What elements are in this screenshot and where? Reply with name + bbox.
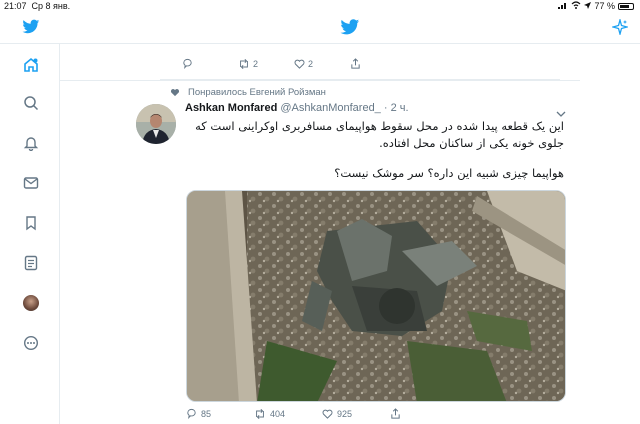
sparkle-icon[interactable] <box>610 17 630 40</box>
retweet-button[interactable]: 404 <box>254 408 322 419</box>
more-icon[interactable] <box>22 334 40 352</box>
twitter-logo-center-icon <box>340 19 360 41</box>
tweet-actions: 85 404 925 <box>186 408 458 419</box>
like-count: 925 <box>337 408 353 419</box>
home-icon[interactable] <box>22 56 40 74</box>
retweet-count: 2 <box>253 58 259 69</box>
twitter-logo-icon[interactable] <box>22 19 40 40</box>
like-button[interactable]: 925 <box>322 408 390 419</box>
location-icon <box>584 1 592 11</box>
author-avatar[interactable] <box>136 104 176 144</box>
tweet-text-line1: این یک قطعه پیدا شده در محل سقوط هواپیما… <box>195 119 564 150</box>
timeline: 2 2 Понравилось Евгений Ройзман Ashkan M… <box>60 44 580 424</box>
heart-icon <box>170 89 180 97</box>
tweet-header: Ashkan Monfared @AshkanMonfared_ · 2 ч. <box>185 102 409 114</box>
social-context[interactable]: Понравилось Евгений Ройзман <box>170 87 326 98</box>
social-context-text: Понравилось Евгений Ройзман <box>188 87 326 98</box>
divider <box>60 80 580 81</box>
avatar <box>23 295 39 311</box>
wifi-icon <box>571 1 581 11</box>
tweet-photo[interactable] <box>186 190 566 402</box>
like-count: 2 <box>308 58 314 69</box>
battery-percent: 77 % <box>594 1 615 11</box>
reply-icon <box>183 58 192 69</box>
status-bar: 21:07 Ср 8 янв. 77 % <box>0 0 640 12</box>
sidebar-nav <box>0 44 60 424</box>
author-handle[interactable]: @AshkanMonfared_ <box>280 102 380 114</box>
share-icon <box>391 408 400 419</box>
signal-icon <box>558 1 568 11</box>
author-name[interactable]: Ashkan Monfared <box>185 102 277 114</box>
reply-button[interactable]: 85 <box>186 408 254 419</box>
messages-envelope-icon[interactable] <box>22 174 40 192</box>
explore-search-icon[interactable] <box>22 94 40 112</box>
heart-icon <box>322 409 333 419</box>
battery-icon <box>618 2 634 10</box>
share-button[interactable] <box>390 408 458 419</box>
status-date: Ср 8 янв. <box>31 1 71 11</box>
share-button[interactable] <box>350 58 406 69</box>
like-button[interactable]: 2 <box>294 58 350 69</box>
retweet-button[interactable]: 2 <box>238 58 294 69</box>
battery-level-fill <box>620 4 629 8</box>
lists-icon[interactable] <box>22 254 40 272</box>
retweet-icon <box>240 58 248 69</box>
previous-tweet-actions: 2 2 <box>182 58 406 69</box>
top-bar <box>0 12 640 44</box>
retweet-count: 404 <box>270 408 286 419</box>
profile-avatar[interactable] <box>22 294 40 312</box>
tweet-time[interactable]: 2 ч. <box>391 102 409 114</box>
tweet-text-line2: هواپیما چیزی شبیه این داره؟ سر موشک نیست… <box>334 166 564 180</box>
status-time: 21:07 <box>4 1 27 11</box>
reply-icon <box>187 408 196 419</box>
share-icon <box>351 58 360 69</box>
retweet-icon <box>256 408 264 419</box>
reply-count: 85 <box>201 408 212 419</box>
bookmark-icon[interactable] <box>22 214 40 232</box>
notifications-bell-icon[interactable] <box>22 134 40 152</box>
heart-icon <box>294 59 305 69</box>
reply-button[interactable] <box>182 58 238 69</box>
time-separator: · <box>383 102 388 114</box>
